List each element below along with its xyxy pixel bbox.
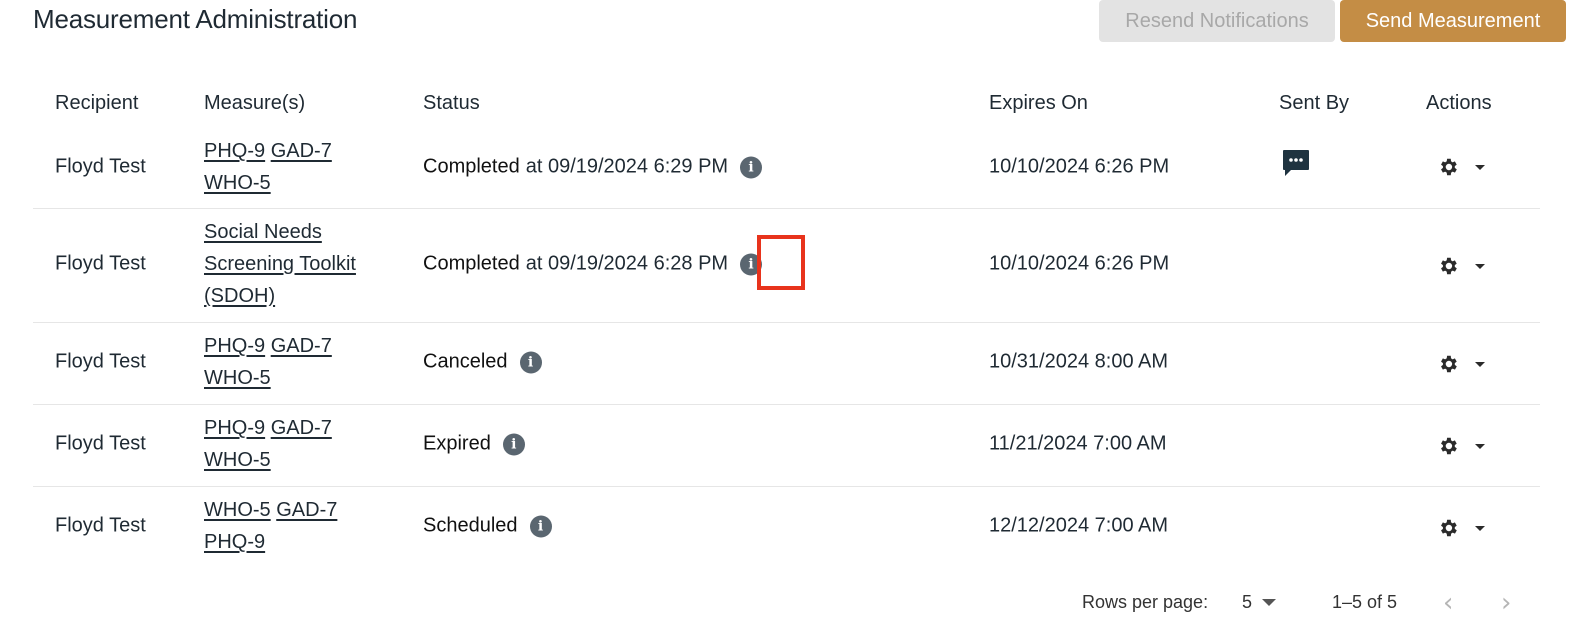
measures-cell: PHQ-9 GAD-7 WHO-5 — [204, 412, 394, 476]
expires-on: 10/10/2024 6:26 PM — [989, 155, 1170, 178]
expires-on: 10/31/2024 8:00 AM — [989, 350, 1169, 373]
table-row: Floyd Test PHQ-9 GAD-7 WHO-5 Completed a… — [33, 126, 1540, 209]
measure-link[interactable]: WHO-5 — [204, 367, 271, 389]
column-header-actions: Actions — [1426, 92, 1492, 114]
measure-link[interactable]: PHQ-9 — [204, 417, 265, 439]
chevron-down-icon — [1475, 525, 1485, 531]
column-header-expires-on: Expires On — [989, 92, 1088, 114]
status-label: Canceled — [423, 350, 508, 373]
chevron-down-icon — [1262, 599, 1277, 606]
status-label: Completed — [423, 252, 520, 275]
measures-cell: PHQ-9 GAD-7 WHO-5 — [204, 330, 394, 394]
sent-by-cell — [1281, 148, 1311, 178]
info-icon[interactable]: i — [740, 253, 763, 275]
measure-link[interactable]: WHO-5 — [204, 172, 271, 194]
info-icon[interactable]: i — [740, 156, 763, 178]
table-row: Floyd Test PHQ-9 GAD-7 WHO-5 Canceled i … — [33, 323, 1540, 405]
rows-per-page-select[interactable]: 5 — [1242, 592, 1277, 613]
gear-icon — [1441, 158, 1457, 176]
pagination-range: 1–5 of 5 — [1332, 592, 1398, 612]
row-actions-menu[interactable] — [1437, 435, 1485, 457]
status-label: Completed — [423, 155, 520, 178]
measure-link[interactable]: WHO-5 — [204, 449, 271, 471]
recipient-name: Floyd Test — [55, 155, 146, 178]
status-cell: Expired i — [423, 433, 525, 456]
status-cell: Completed at 09/19/2024 6:28 PM i — [423, 252, 763, 276]
recipient-name: Floyd Test — [55, 252, 146, 275]
column-header-recipient: Recipient — [55, 92, 139, 114]
chevron-down-icon — [1475, 443, 1485, 449]
status-timestamp: at 09/19/2024 6:28 PM — [525, 252, 729, 275]
measure-link[interactable]: GAD-7 — [271, 335, 332, 357]
recipient-name: Floyd Test — [55, 432, 146, 455]
measure-link[interactable]: PHQ-9 — [204, 531, 265, 553]
chevron-down-icon — [1475, 164, 1485, 170]
row-actions-menu[interactable] — [1437, 353, 1485, 375]
table-row: Floyd Test PHQ-9 GAD-7 WHO-5 Expired i 1… — [33, 405, 1540, 487]
info-icon[interactable]: i — [502, 433, 525, 455]
info-icon[interactable]: i — [529, 515, 552, 537]
column-header-status: Status — [423, 92, 480, 114]
page-title: Measurement Administration — [33, 4, 358, 34]
chat-icon — [1283, 150, 1309, 176]
rows-per-page-label: Rows per page: — [1082, 592, 1209, 612]
expires-on: 12/12/2024 7:00 AM — [989, 514, 1169, 537]
recipient-name: Floyd Test — [55, 350, 146, 373]
info-icon[interactable]: i — [519, 351, 542, 373]
status-cell: Completed at 09/19/2024 6:29 PM i — [423, 155, 763, 179]
measures-cell: PHQ-9 GAD-7 WHO-5 — [204, 135, 394, 199]
expires-on: 11/21/2024 7:00 AM — [989, 432, 1167, 455]
row-actions-menu[interactable] — [1437, 255, 1485, 277]
next-page-button[interactable]: › — [1501, 590, 1511, 616]
recipient-name: Floyd Test — [55, 514, 146, 537]
gear-icon — [1441, 355, 1457, 373]
status-label: Scheduled — [423, 514, 518, 537]
status-label: Expired — [423, 432, 491, 455]
column-header-sent-by: Sent By — [1279, 92, 1350, 114]
gear-icon — [1441, 519, 1457, 537]
measure-link[interactable]: Social Needs Screening Toolkit (SDOH) — [204, 221, 356, 307]
resend-notifications-button[interactable]: Resend Notifications — [1099, 0, 1335, 42]
gear-icon — [1441, 437, 1457, 455]
measure-link[interactable]: WHO-5 — [204, 499, 271, 521]
status-cell: Scheduled i — [423, 515, 552, 538]
gear-icon — [1441, 257, 1457, 275]
column-header-measures: Measure(s) — [204, 92, 306, 114]
measures-cell: Social Needs Screening Toolkit (SDOH) — [204, 216, 379, 312]
rows-per-page-value: 5 — [1242, 592, 1253, 612]
measure-link[interactable]: GAD-7 — [276, 499, 337, 521]
send-measurement-button[interactable]: Send Measurement — [1340, 0, 1566, 42]
status-timestamp: at 09/19/2024 6:29 PM — [525, 155, 729, 178]
measure-link[interactable]: PHQ-9 — [204, 140, 265, 162]
measure-link[interactable]: GAD-7 — [271, 140, 332, 162]
status-cell: Canceled i — [423, 351, 542, 374]
measure-link[interactable]: PHQ-9 — [204, 335, 265, 357]
row-actions-menu[interactable] — [1437, 156, 1485, 178]
row-actions-menu[interactable] — [1437, 517, 1485, 539]
table-row: Floyd Test Social Needs Screening Toolki… — [33, 209, 1540, 323]
chevron-down-icon — [1475, 361, 1485, 367]
expires-on: 10/10/2024 6:26 PM — [989, 252, 1170, 275]
measures-cell: WHO-5 GAD-7 PHQ-9 — [204, 494, 394, 558]
measure-link[interactable]: GAD-7 — [271, 417, 332, 439]
previous-page-button[interactable]: ‹ — [1443, 590, 1453, 616]
table-row: Floyd Test WHO-5 GAD-7 PHQ-9 Scheduled i… — [33, 487, 1540, 567]
chevron-down-icon — [1475, 263, 1485, 269]
